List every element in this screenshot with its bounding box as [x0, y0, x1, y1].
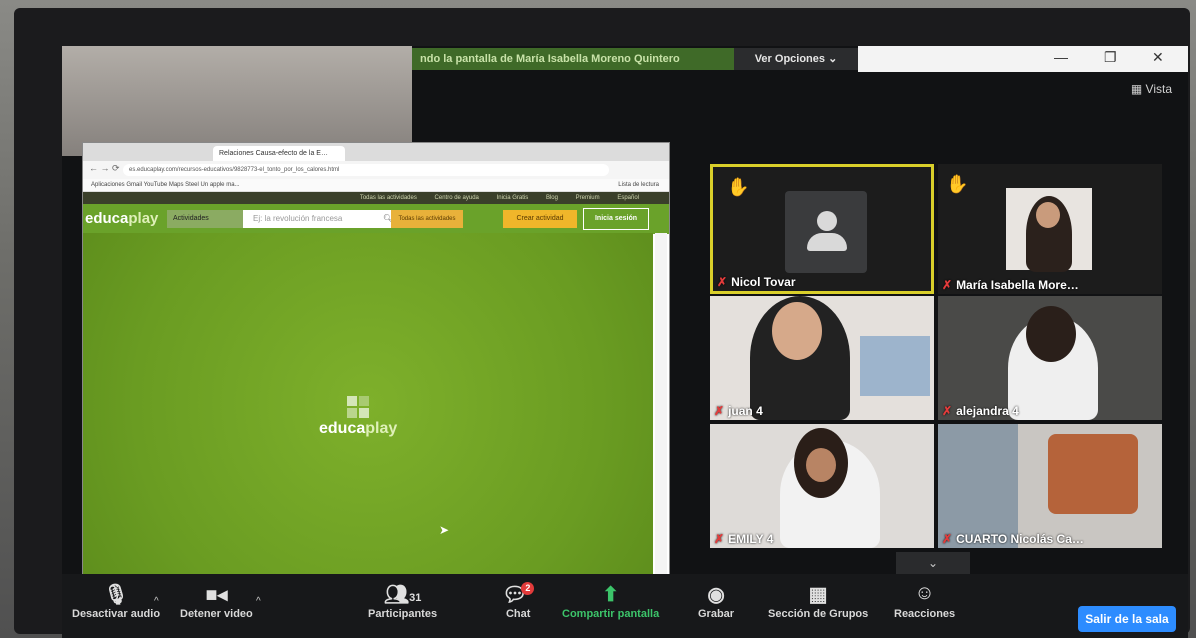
educaplay-center-logo: educaplay	[319, 393, 397, 438]
mic-muted-icon: ✗	[717, 275, 728, 289]
mute-audio-label: Desactivar audio	[72, 608, 161, 620]
nav-arrows-icon[interactable]: ← → ⟳	[89, 163, 120, 174]
mic-muted-icon: ✗	[942, 404, 953, 418]
breakout-rooms-icon: ▦	[808, 584, 828, 606]
raised-hand-icon: ✋	[727, 177, 750, 197]
collapse-chevron-icon[interactable]: ⌄	[896, 552, 970, 574]
browser-tab[interactable]	[87, 146, 149, 161]
educaplay-navbar: educaplay Actividades Ej: la revolución …	[83, 204, 669, 234]
share-screen-label: Compartir pantalla	[562, 608, 660, 620]
participants-button[interactable]: 👥︎31 Participantes	[368, 582, 437, 620]
participant-name: ✗ Nicol Tovar	[717, 275, 796, 289]
address-bar: ← → ⟳ es.educaplay.com/recursos-educativ…	[83, 161, 669, 179]
logo-blocks-icon	[347, 396, 370, 418]
video-camera-icon: ■◂	[205, 584, 228, 606]
raised-hand-icon: ✋	[946, 174, 969, 194]
participants-icon: 👥︎31	[383, 584, 422, 606]
mouse-cursor-icon: ➤	[439, 523, 450, 537]
toplink[interactable]: Todas las actividades	[360, 195, 417, 201]
mic-muted-icon: ✗	[714, 404, 725, 418]
view-label: Vista	[1145, 82, 1172, 96]
toplink[interactable]: Blog	[546, 195, 558, 201]
chat-button[interactable]: 💬︎2 Chat	[502, 582, 535, 620]
avatar	[785, 191, 867, 273]
grid-icon: ▦	[1130, 82, 1146, 96]
participant-name: ✗ María Isabella More…	[942, 278, 1079, 292]
close-icon[interactable]: ✕	[1152, 49, 1164, 66]
educaplay-toplinks: Todas las actividades Centro de ayuda In…	[83, 192, 669, 204]
view-options-button[interactable]: Ver Opciones ⌄	[734, 48, 858, 70]
reactions-label: Reacciones	[894, 608, 956, 620]
toplink[interactable]: Español	[617, 195, 639, 201]
participants-count: 31	[409, 592, 422, 604]
search-input[interactable]: Ej: la revolución francesa 🔍︎	[243, 210, 397, 228]
share-screen-button[interactable]: ⬆︎ Compartir pantalla	[562, 582, 659, 620]
chat-label: Chat	[505, 608, 531, 620]
reactions-icon: ☺︎	[914, 582, 935, 604]
toplink[interactable]: Inicia Gratis	[497, 195, 529, 201]
breakout-rooms-label: Sección de Grupos	[768, 608, 869, 620]
record-button[interactable]: ◉ Grabar	[698, 582, 734, 620]
participant-name: ✗ juan 4	[714, 404, 763, 418]
video-options-chevron-icon[interactable]: ^	[256, 596, 261, 607]
shared-browser-window: Relaciones Causa-efecto de la E… ← → ⟳ e…	[82, 142, 670, 576]
participant-video	[1006, 188, 1092, 272]
mic-muted-icon: ✗	[714, 532, 725, 546]
participant-tile[interactable]: ✗ alejandra 4	[938, 296, 1162, 420]
browser-scrollbar[interactable]	[655, 233, 667, 575]
audio-options-chevron-icon[interactable]: ^	[154, 596, 159, 607]
participant-tile[interactable]: ✗ juan 4	[710, 296, 934, 420]
breakout-rooms-button[interactable]: ▦ Sección de Grupos	[768, 582, 868, 620]
meeting-toolbar: 🎙︎ Desactivar audio ^ ■◂ Detener video ^…	[62, 574, 1188, 638]
chat-badge: 2	[521, 582, 535, 595]
browser-tab-active[interactable]: Relaciones Causa-efecto de la E…	[213, 146, 345, 161]
login-button[interactable]: Inicia sesión	[583, 208, 649, 230]
create-activity-button[interactable]: Crear actividad	[503, 210, 577, 228]
educaplay-loading-area: educaplay ➤	[83, 233, 653, 575]
restore-icon[interactable]: ❐	[1104, 49, 1117, 66]
mic-muted-icon: ✗	[942, 278, 953, 292]
zoom-window: ndo la pantalla de María Isabella Moreno…	[62, 46, 1188, 638]
toplink[interactable]: Centro de ayuda	[435, 195, 479, 201]
record-label: Grabar	[698, 608, 735, 620]
participant-tile[interactable]: ✋ ✗ María Isabella More…	[938, 164, 1162, 294]
reactions-button[interactable]: ☺︎ Reacciones	[894, 582, 955, 620]
mic-muted-icon: ✗	[942, 532, 953, 546]
browser-tabstrip: Relaciones Causa-efecto de la E…	[83, 143, 669, 161]
toplink[interactable]: Premium	[576, 195, 600, 201]
participant-tile[interactable]: ✗ CUARTO Nicolás Ca…	[938, 424, 1162, 548]
view-toggle[interactable]: ▦ Vista	[1131, 82, 1172, 96]
microphone-icon: 🎙︎	[103, 584, 129, 606]
screen-share-banner: ndo la pantalla de María Isabella Moreno…	[412, 48, 740, 70]
actividades-dropdown[interactable]: Actividades	[167, 210, 247, 228]
window-reflection	[62, 46, 412, 156]
share-screen-icon: ⬆︎	[602, 584, 619, 606]
reading-list[interactable]: Lista de lectura	[618, 179, 659, 191]
participant-tile[interactable]: ✋ ✗ Nicol Tovar	[710, 164, 934, 294]
minimize-icon[interactable]: —	[1054, 49, 1068, 65]
chat-icon: 💬︎2	[502, 582, 535, 608]
participants-label: Participantes	[368, 608, 438, 620]
participant-tile[interactable]: ✗ EMILY 4	[710, 424, 934, 548]
url-field[interactable]: es.educaplay.com/recursos-educativos/982…	[123, 164, 609, 176]
record-icon: ◉	[707, 584, 725, 606]
stop-video-label: Detener video	[180, 608, 253, 620]
participant-name: ✗ EMILY 4	[714, 532, 774, 546]
mute-audio-button[interactable]: 🎙︎ Desactivar audio	[72, 582, 160, 620]
participant-name: ✗ CUARTO Nicolás Ca…	[942, 532, 1084, 546]
leave-meeting-button[interactable]: Salir de la sala	[1078, 606, 1176, 632]
educaplay-logo[interactable]: educaplay	[85, 210, 158, 227]
participant-name: ✗ alejandra 4	[942, 404, 1019, 418]
stop-video-button[interactable]: ■◂ Detener video	[180, 582, 253, 620]
bookmarks-bar: Aplicaciones Gmail YouTube Maps Steel Un…	[83, 179, 669, 192]
bookmarks-text[interactable]: Aplicaciones Gmail YouTube Maps Steel Un…	[91, 182, 240, 188]
window-controls: — ❐ ✕	[858, 46, 1188, 72]
all-activities-button[interactable]: Todas las actividades	[391, 210, 463, 228]
